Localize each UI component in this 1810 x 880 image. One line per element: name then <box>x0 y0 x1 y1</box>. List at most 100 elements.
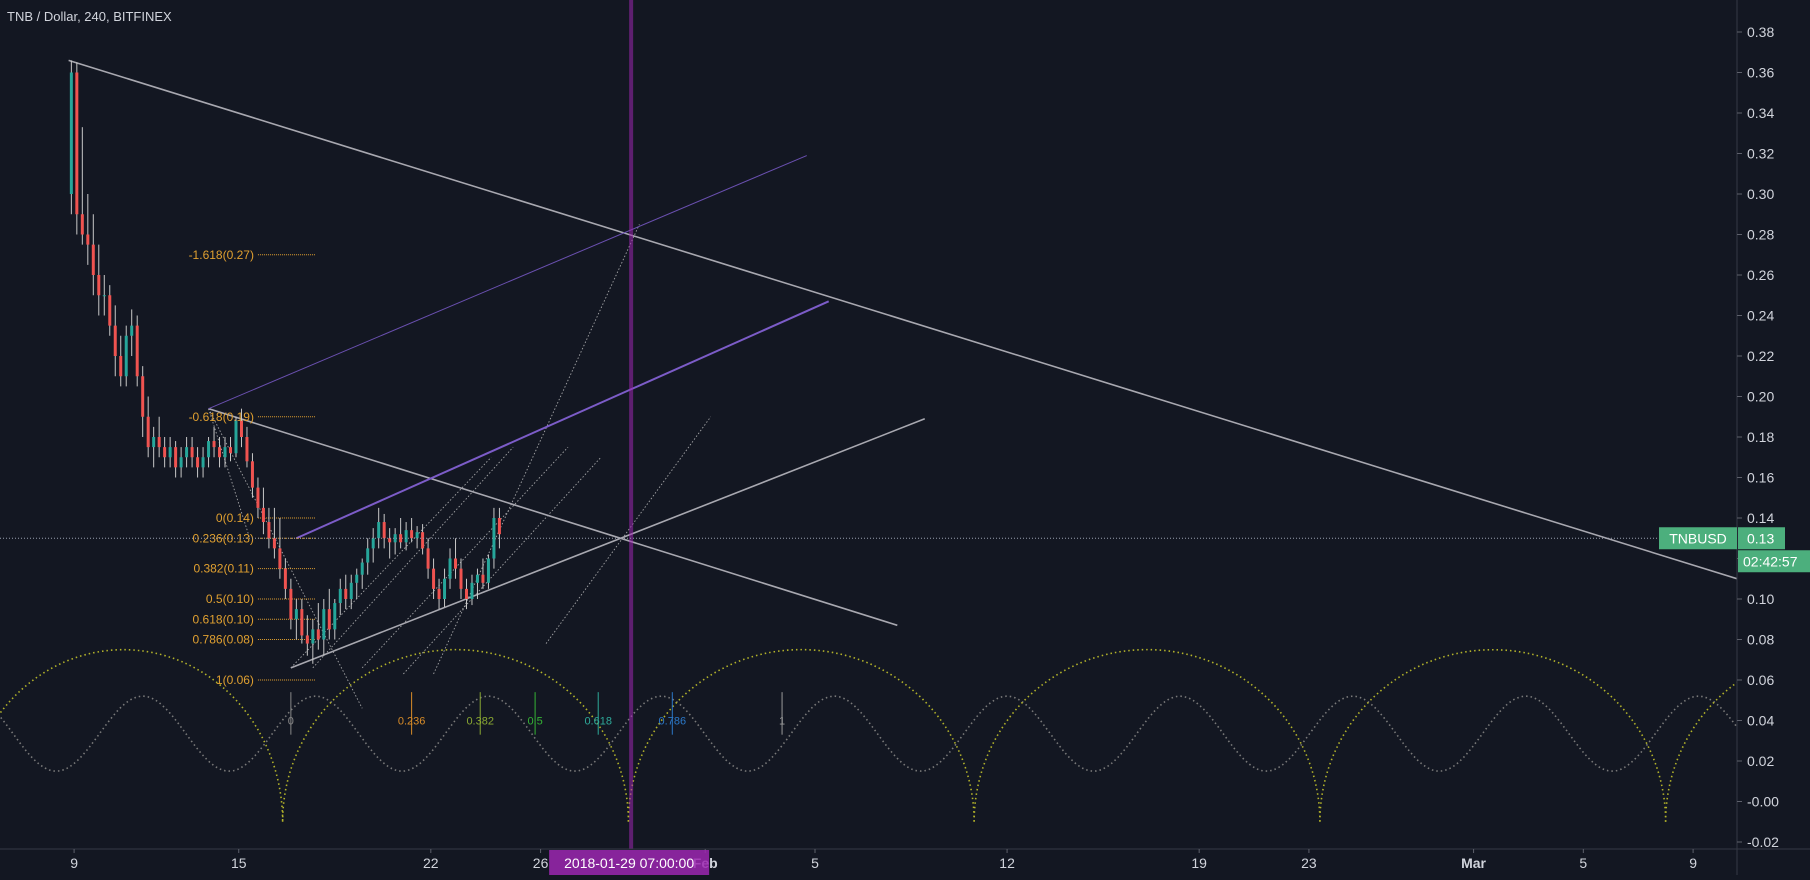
time-zone-label-5: 0.786 <box>659 716 687 728</box>
price-tick-label-3: 0.32 <box>1747 146 1774 162</box>
candle-body-29 <box>229 447 233 454</box>
candle-body-70 <box>454 558 458 569</box>
candle-body-31 <box>239 420 243 437</box>
candle-body-32 <box>245 437 249 462</box>
candle-body-8 <box>113 325 117 356</box>
candle-body-21 <box>185 447 189 458</box>
chart-title: TNB / Dollar, 240, BITFINEX <box>7 9 172 24</box>
price-tick-label-19: -0.00 <box>1747 794 1779 810</box>
fib-level-label-2: 0(0.14) <box>216 511 254 525</box>
time-tick-label-10: 5 <box>1579 855 1587 871</box>
time-zone-label-1: 0.236 <box>398 716 426 728</box>
candle-body-25 <box>207 441 211 458</box>
candle-body-2 <box>80 214 84 235</box>
price-tick-label-5: 0.28 <box>1747 227 1774 243</box>
price-tick-label-20: -0.02 <box>1747 834 1779 850</box>
price-tick-label-2: 0.34 <box>1747 105 1774 121</box>
candle-body-5 <box>97 275 101 296</box>
candle-body-27 <box>218 447 222 458</box>
candle-body-30 <box>234 420 238 454</box>
candle-body-43 <box>305 635 309 644</box>
candle-body-4 <box>91 244 95 275</box>
fib-level-label-4: 0.382(0.11) <box>193 562 254 576</box>
time-tick-label-7: 19 <box>1191 855 1207 871</box>
candle-body-71 <box>459 568 463 589</box>
candle-body-61 <box>404 530 408 543</box>
candle-body-65 <box>426 548 430 569</box>
candle-body-44 <box>311 629 315 644</box>
candle-body-63 <box>415 532 419 539</box>
crosshair-vertical <box>629 0 634 849</box>
candle-body-3 <box>86 234 90 245</box>
candle-body-20 <box>179 457 183 468</box>
candle-body-24 <box>201 457 205 468</box>
price-tick-label-4: 0.30 <box>1747 186 1774 202</box>
candle-body-52 <box>355 574 359 583</box>
time-tick-label-8: 23 <box>1301 855 1317 871</box>
chart-area[interactable]: -1.618(0.27) -0.618(0.19) 0(0.14) 0.236(0.1… <box>0 0 1810 875</box>
candle-body-18 <box>168 447 172 458</box>
chart-canvas[interactable]: -1.618(0.27)-0.618(0.19)0(0.14)0.236(0.1… <box>0 0 1810 875</box>
time-zone-label-2: 0.382 <box>466 716 494 728</box>
candle-body-40 <box>289 588 293 620</box>
price-tick-label-12: 0.14 <box>1747 510 1774 526</box>
candle-body-75 <box>481 574 485 583</box>
chart-background <box>0 0 1810 875</box>
candle-body-34 <box>256 487 260 508</box>
candle-body-66 <box>432 568 436 589</box>
price-tick-label-17: 0.04 <box>1747 713 1774 729</box>
time-tick-label-6: 12 <box>999 855 1015 871</box>
time-zone-label-4: 0.618 <box>584 716 612 728</box>
candle-body-78 <box>497 518 501 535</box>
time-zone-label-0: 0 <box>288 716 294 728</box>
price-tick-label-14: 0.10 <box>1747 591 1774 607</box>
price-tick-label-1: 0.36 <box>1747 65 1774 81</box>
candle-body-49 <box>338 588 342 604</box>
candle-body-55 <box>371 538 375 549</box>
candle-body-9 <box>119 356 123 377</box>
time-tick-label-2: 22 <box>423 855 439 871</box>
price-tick-label-16: 0.06 <box>1747 672 1774 688</box>
fib-level-label-6: 0.618(0.10) <box>193 612 254 626</box>
price-tick-label-9: 0.20 <box>1747 389 1774 405</box>
candle-body-0 <box>69 72 73 194</box>
time-zone-label-6: 1 <box>779 716 785 728</box>
fib-level-label-8: 1(0.06) <box>216 673 254 687</box>
candle-body-57 <box>382 522 386 539</box>
candle-body-48 <box>333 603 337 630</box>
candle-body-46 <box>322 609 326 640</box>
candle-body-68 <box>443 578 447 599</box>
candle-body-39 <box>283 568 287 589</box>
candle-body-19 <box>174 447 178 468</box>
last-price-label: 0.13 <box>1747 530 1774 546</box>
candle-body-45 <box>316 629 320 640</box>
price-tick-label-10: 0.18 <box>1747 429 1774 445</box>
candle-body-41 <box>294 609 298 620</box>
candle-body-13 <box>141 376 145 417</box>
price-tick-label-18: 0.02 <box>1747 753 1774 769</box>
candle-body-17 <box>163 447 167 458</box>
candle-body-26 <box>212 441 216 448</box>
candle-body-58 <box>388 538 392 543</box>
candle-body-67 <box>437 588 441 599</box>
candle-body-28 <box>223 447 227 458</box>
candle-body-23 <box>196 457 200 468</box>
price-tick-label-8: 0.22 <box>1747 348 1774 364</box>
candle-body-14 <box>146 416 150 448</box>
price-tick-label-6: 0.26 <box>1747 267 1774 283</box>
time-zone-label-3: 0.5 <box>527 716 542 728</box>
fib-level-label-5: 0.5(0.10) <box>206 592 254 606</box>
price-tick-label-11: 0.16 <box>1747 470 1774 486</box>
candle-body-62 <box>410 530 414 539</box>
crosshair-date-label: 2018-01-29 07:00:00 <box>564 855 694 871</box>
fib-level-label-1: -0.618(0.19) <box>189 410 254 424</box>
candle-body-33 <box>250 461 254 488</box>
candle-body-36 <box>267 522 271 539</box>
candle-body-72 <box>464 588 468 599</box>
candle-body-50 <box>344 588 348 599</box>
candle-body-74 <box>475 574 479 583</box>
countdown-label: 02:42:57 <box>1743 553 1798 569</box>
candle-body-35 <box>261 507 265 523</box>
candle-body-73 <box>470 582 474 599</box>
candle-body-37 <box>272 538 276 549</box>
